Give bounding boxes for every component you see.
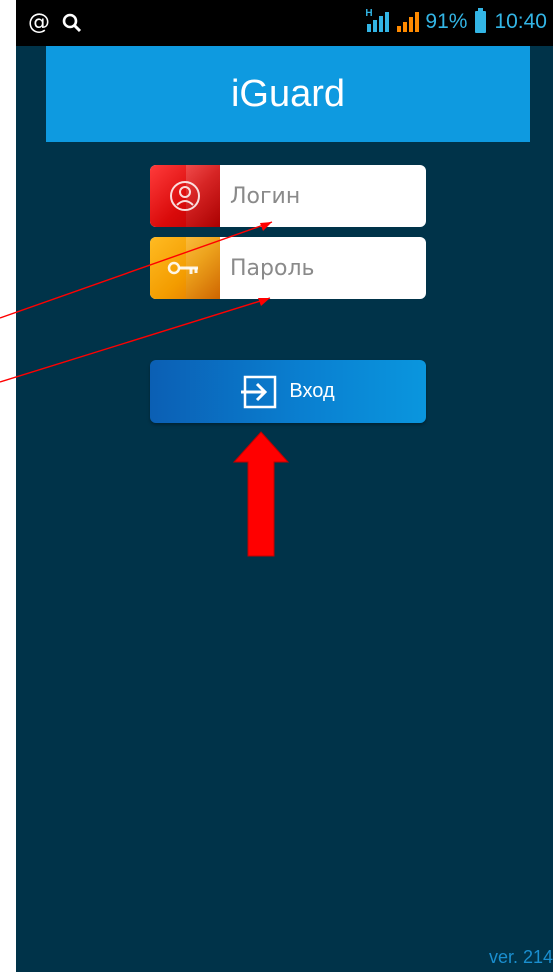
key-icon: [167, 261, 198, 275]
user-icon: [170, 181, 200, 211]
battery-icon: [475, 8, 487, 33]
password-field[interactable]: [150, 237, 426, 299]
status-right-icons: H 91% 10:40: [365, 8, 547, 34]
status-bar: @ H 91% 10:40: [16, 0, 553, 46]
network-signal-icon: H: [365, 8, 390, 32]
app-screen: @ H 91% 10:40 iGuard Логин Вход ver. 214: [16, 0, 553, 972]
login-button-label: Вход: [289, 380, 335, 402]
version-label: ver. 214: [488, 947, 553, 967]
app-header: iGuard: [46, 46, 530, 142]
login-button[interactable]: Вход: [150, 360, 426, 423]
key-icon-tile: [150, 237, 220, 299]
password-input[interactable]: [220, 237, 420, 299]
app-title: iGuard: [230, 72, 346, 115]
clock: 10:40: [494, 10, 547, 33]
search-icon: [62, 13, 82, 32]
user-icon-tile: [150, 165, 220, 227]
login-field[interactable]: [150, 165, 426, 227]
battery-percent: 91%: [425, 10, 468, 33]
cell-signal-icon: [395, 12, 420, 32]
login-input[interactable]: [220, 165, 420, 227]
at-icon: @: [28, 10, 50, 35]
status-left-icons: @: [28, 10, 82, 35]
sign-in-icon: [241, 375, 277, 408]
